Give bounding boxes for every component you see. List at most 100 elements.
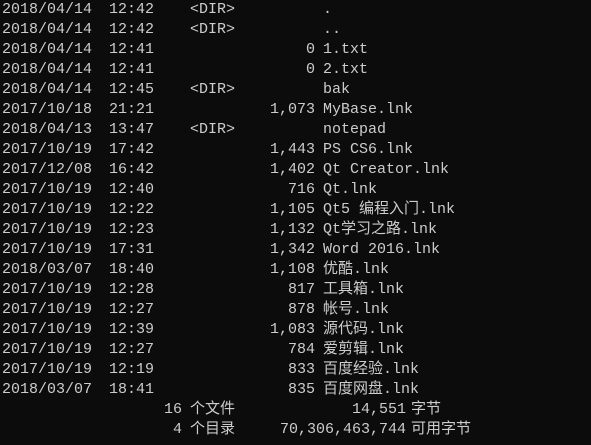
entry-date: 2017/10/19 — [2, 341, 93, 358]
entry-name: PS CS6.lnk — [323, 141, 414, 158]
entry-date: 2017/12/08 — [2, 161, 93, 178]
listing-row: 2018/03/07 18:41 835 百度网盘.lnk — [0, 380, 591, 400]
entry-name: bak — [323, 81, 351, 98]
entry-time: 12:27 — [109, 301, 155, 318]
entry-time: 13:47 — [109, 121, 155, 138]
entry-name: Qt.lnk — [323, 181, 378, 198]
listing-row: 2017/10/19 17:31 1,342 Word 2016.lnk — [0, 240, 591, 260]
entry-time: 21:21 — [109, 101, 155, 118]
entry-dir-tag: <DIR> — [190, 1, 236, 18]
entry-name: Qt学习之路.lnk — [323, 221, 438, 238]
entry-time: 12:22 — [109, 201, 155, 218]
entry-size: 1,402 — [269, 161, 315, 178]
listing-row: 2017/10/19 12:23 1,132 Qt学习之路.lnk — [0, 220, 591, 240]
listing-row: 2017/10/19 12:19 833 百度经验.lnk — [0, 360, 591, 380]
summary-dirs-count: 4 — [172, 421, 182, 438]
entry-date: 2018/04/14 — [2, 41, 93, 58]
listing-row: 2018/04/14 12:45 <DIR> bak — [0, 80, 591, 100]
entry-date: 2017/10/19 — [2, 181, 93, 198]
listing-row: 2018/04/14 12:41 0 2.txt — [0, 60, 591, 80]
entry-date: 2017/10/19 — [2, 321, 93, 338]
entry-size: 1,132 — [269, 221, 315, 238]
entry-time: 12:28 — [109, 281, 155, 298]
entry-time: 12:39 — [109, 321, 155, 338]
entry-time: 12:19 — [109, 361, 155, 378]
entry-dir-tag: <DIR> — [190, 81, 236, 98]
entry-time: 18:40 — [109, 261, 155, 278]
entry-time: 12:23 — [109, 221, 155, 238]
entry-time: 12:27 — [109, 341, 155, 358]
entry-name: notepad — [323, 121, 387, 138]
entry-date: 2018/04/14 — [2, 21, 93, 38]
listing-row: 2017/10/19 12:22 1,105 Qt5 编程入门.lnk — [0, 200, 591, 220]
entry-date: 2018/04/14 — [2, 1, 93, 18]
entry-size: 1,073 — [269, 101, 315, 118]
entry-time: 16:42 — [109, 161, 155, 178]
listing-row: 2017/10/19 12:28 817 工具箱.lnk — [0, 280, 591, 300]
entry-name: MyBase.lnk — [323, 101, 414, 118]
entry-time: 17:42 — [109, 141, 155, 158]
listing-row: 2018/04/14 12:42 <DIR>.. — [0, 20, 591, 40]
listing-row: 2017/10/18 21:21 1,073 MyBase.lnk — [0, 100, 591, 120]
entry-time: 12:45 — [109, 81, 155, 98]
entry-size: 833 — [287, 361, 315, 378]
entry-date: 2018/03/07 — [2, 261, 93, 278]
entry-time: 12:41 — [109, 61, 155, 78]
entry-dir-tag: <DIR> — [190, 121, 236, 138]
entry-date: 2017/10/19 — [2, 221, 93, 238]
entry-name: Word 2016.lnk — [323, 241, 441, 258]
entry-date: 2018/04/14 — [2, 81, 93, 98]
entry-date: 2017/10/19 — [2, 201, 93, 218]
listing-row: 2017/10/19 17:42 1,443 PS CS6.lnk — [0, 140, 591, 160]
listing-row: 2018/04/13 13:47 <DIR> notepad — [0, 120, 591, 140]
summary-dirs-line: 4 个目录 70,306,463,744 可用字节 — [0, 420, 591, 440]
entry-name: 工具箱.lnk — [323, 281, 405, 298]
summary-files-label: 个文件 — [190, 401, 236, 418]
summary-dirs-unit: 可用字节 — [411, 421, 472, 438]
entry-name: 优酷.lnk — [323, 261, 390, 278]
summary-files-count: 16 — [163, 401, 182, 418]
entry-size: 784 — [287, 341, 315, 358]
entry-date: 2017/10/18 — [2, 101, 93, 118]
entry-time: 17:31 — [109, 241, 155, 258]
entry-name: . — [323, 1, 333, 18]
entry-date: 2018/04/14 — [2, 61, 93, 78]
listing-row: 2018/03/07 18:40 1,108 优酷.lnk — [0, 260, 591, 280]
summary-files-unit: 字节 — [411, 401, 442, 418]
entry-date: 2017/10/19 — [2, 281, 93, 298]
summary-files-line: 16 个文件 14,551 字节 — [0, 400, 591, 420]
entry-date: 2018/04/13 — [2, 121, 93, 138]
listing-row: 2017/10/19 12:39 1,083 源代码.lnk — [0, 320, 591, 340]
entry-size: 835 — [287, 381, 315, 398]
entry-date: 2017/10/19 — [2, 241, 93, 258]
entry-date: 2017/10/19 — [2, 301, 93, 318]
entry-name: Qt Creator.lnk — [323, 161, 450, 178]
entry-dir-tag: <DIR> — [190, 21, 236, 38]
entry-size: 1,105 — [269, 201, 315, 218]
entry-time: 12:40 — [109, 181, 155, 198]
entry-size: 1,443 — [269, 141, 315, 158]
entry-size: 1,108 — [269, 261, 315, 278]
entry-name: 百度经验.lnk — [323, 361, 420, 378]
entry-name: 爱剪辑.lnk — [323, 341, 405, 358]
entry-size: 1,342 — [269, 241, 315, 258]
entry-date: 2017/10/19 — [2, 361, 93, 378]
entry-name: 源代码.lnk — [323, 321, 405, 338]
entry-size: 0 — [305, 41, 315, 58]
entry-name: 帐号.lnk — [323, 301, 390, 318]
entry-size: 0 — [305, 61, 315, 78]
entry-name: 1.txt — [323, 41, 369, 58]
listing-row: 2017/10/19 12:27 784 爱剪辑.lnk — [0, 340, 591, 360]
entry-name: 2.txt — [323, 61, 369, 78]
summary-dirs-label: 个目录 — [190, 421, 236, 438]
entry-date: 2018/03/07 — [2, 381, 93, 398]
console-window[interactable]: 2018/04/14 12:42 <DIR>. 2018/04/14 12:42 <DIR… — [0, 0, 591, 445]
summary-dirs-bytes: 70,306,463,744 — [279, 421, 406, 438]
entry-time: 12:41 — [109, 41, 155, 58]
entry-name: Qt5 编程入门.lnk — [323, 201, 456, 218]
entry-size: 817 — [287, 281, 315, 298]
entry-date: 2017/10/19 — [2, 141, 93, 158]
listing-row: 2017/10/19 12:40 716 Qt.lnk — [0, 180, 591, 200]
entry-size: 1,083 — [269, 321, 315, 338]
summary-files-bytes: 14,551 — [351, 401, 406, 418]
